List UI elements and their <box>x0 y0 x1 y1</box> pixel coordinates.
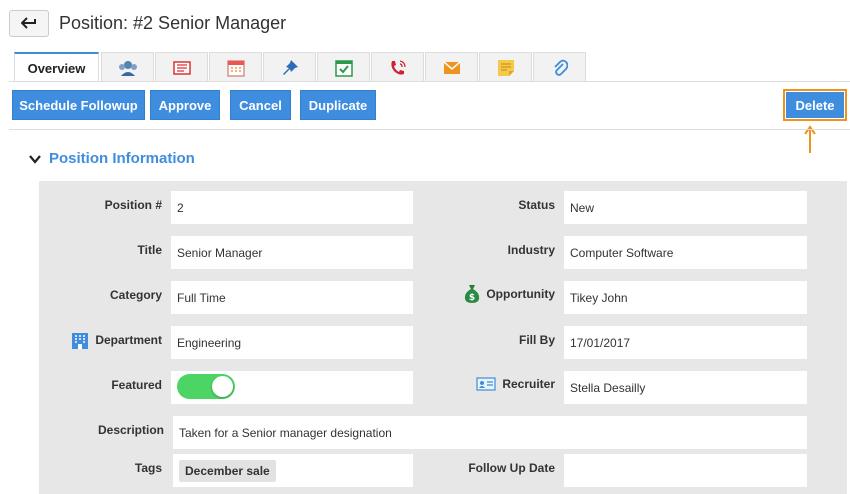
tab-task[interactable] <box>317 52 370 82</box>
attachment-icon <box>553 59 568 76</box>
duplicate-button[interactable]: Duplicate <box>300 90 376 120</box>
recruiter-label: Recruiter <box>502 377 555 391</box>
industry-field[interactable]: Computer Software <box>564 236 807 269</box>
contacts-icon <box>118 60 137 76</box>
description-label: Description <box>97 423 164 437</box>
notes-icon <box>172 60 191 75</box>
sticky-note-icon <box>497 59 514 76</box>
category-label: Category <box>109 288 162 302</box>
department-field[interactable]: Engineering <box>171 326 413 359</box>
status-label: Status <box>518 198 555 212</box>
pin-icon <box>282 59 298 75</box>
cancel-button[interactable]: Cancel <box>230 90 291 120</box>
tab-divider <box>9 81 850 82</box>
followup-date-field[interactable] <box>564 454 807 487</box>
back-arrow-icon <box>21 17 36 29</box>
tab-calendar[interactable] <box>209 52 262 82</box>
tab-pin[interactable] <box>263 52 316 82</box>
money-bag-icon: $ <box>465 285 480 303</box>
email-icon <box>443 60 460 74</box>
page-title: Position: #2 Senior Manager <box>59 12 287 33</box>
tags-field[interactable]: Dеcember sale <box>173 454 413 487</box>
department-label: Department <box>95 333 162 347</box>
page-header: Position: #2 Senior Manager <box>9 9 286 37</box>
section-header[interactable]: Position Information <box>29 150 195 167</box>
industry-label: Industry <box>507 243 555 257</box>
id-card-icon <box>476 377 496 391</box>
tab-sticky-note[interactable] <box>479 52 532 82</box>
schedule-followup-button[interactable]: Schedule Followup <box>12 90 145 120</box>
tag-chip[interactable]: Dеcember sale <box>179 459 276 482</box>
call-icon <box>390 59 406 75</box>
description-field[interactable]: Taken for a Senior manager designation <box>173 416 807 449</box>
department-label-wrap: Department <box>40 330 162 350</box>
title-label: Title <box>137 243 162 257</box>
opportunity-field[interactable]: Tikey John <box>564 281 807 314</box>
task-icon <box>334 59 353 77</box>
featured-toggle[interactable] <box>177 374 235 399</box>
tags-label: Tags <box>134 461 162 475</box>
section-divider <box>9 129 850 130</box>
tab-attachment[interactable] <box>533 52 586 82</box>
delete-highlight: Delete <box>783 89 847 121</box>
status-field[interactable]: New <box>564 191 807 224</box>
back-button[interactable] <box>9 9 49 37</box>
fillby-field[interactable]: 17/01/2017 <box>564 326 807 359</box>
recruiter-label-wrap: Recruiter <box>420 375 555 393</box>
category-field[interactable]: Full Time <box>171 281 413 314</box>
fillby-label: Fill By <box>518 333 555 347</box>
followup-label: Follow Up Date <box>468 461 555 475</box>
calendar-icon <box>226 59 245 77</box>
svg-text:$: $ <box>469 293 475 303</box>
chevron-down-icon <box>29 154 41 164</box>
recruiter-field[interactable]: Stella Desailly <box>564 371 807 404</box>
opportunity-label-wrap: $ Opportunity <box>420 284 555 304</box>
tab-call[interactable] <box>371 52 424 82</box>
approve-button[interactable]: Approve <box>150 90 220 120</box>
featured-label: Featured <box>111 378 162 392</box>
toggle-knob <box>212 376 233 397</box>
delete-button[interactable]: Delete <box>785 91 845 119</box>
tab-contacts[interactable] <box>101 52 154 82</box>
position-number-field[interactable]: 2 <box>171 191 413 224</box>
opportunity-label: Opportunity <box>486 287 555 301</box>
tab-overview[interactable]: Overview <box>14 52 99 82</box>
tab-bar: Overview <box>14 52 587 82</box>
section-title: Position Information <box>49 150 195 167</box>
title-field[interactable]: Senior Manager <box>171 236 413 269</box>
tab-email[interactable] <box>425 52 478 82</box>
position-label: Position # <box>104 198 162 212</box>
building-icon <box>72 333 89 349</box>
tab-notes[interactable] <box>155 52 208 82</box>
